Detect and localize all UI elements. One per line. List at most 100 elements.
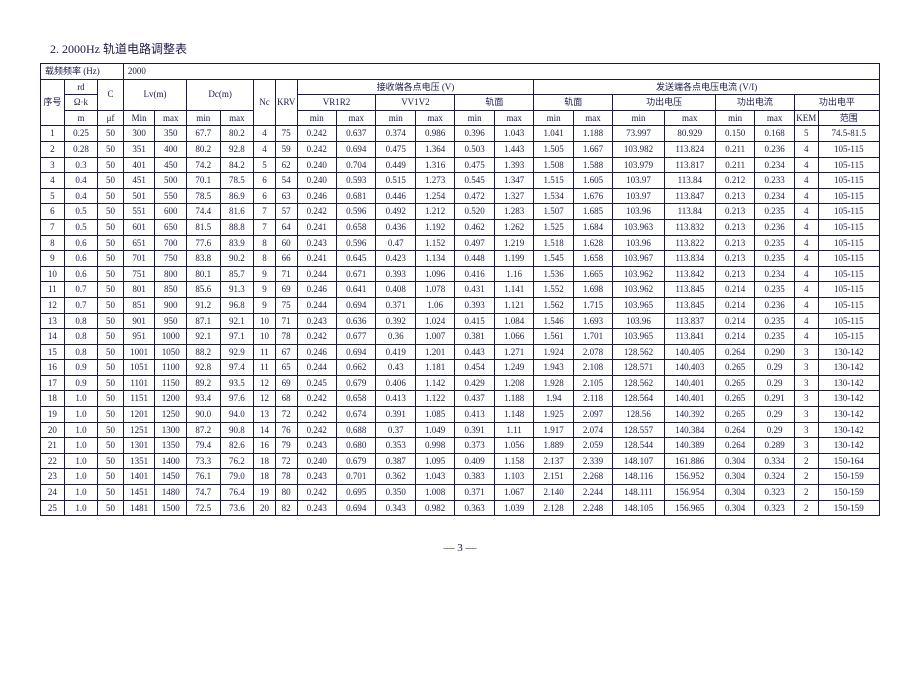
cell-ov_max: 140.401 — [664, 391, 715, 407]
cell-vv_max: 0.998 — [415, 438, 454, 454]
cell-lv_min: 651 — [123, 235, 155, 251]
cell-vr_max: 0.658 — [337, 391, 376, 407]
cell-seq: 9 — [41, 251, 65, 267]
cell-krv: 68 — [275, 391, 297, 407]
cell-dc_max: 78.5 — [220, 173, 254, 189]
cell-ov_min: 103.965 — [613, 297, 664, 313]
cell-lv_min: 300 — [123, 126, 155, 142]
cell-oc_max: 0.29 — [755, 407, 794, 423]
table-row: 251.0501481150072.573.620820.2430.6940.3… — [41, 500, 880, 516]
cell-oc_min: 0.150 — [715, 126, 754, 142]
cell-ov_max: 113.845 — [664, 297, 715, 313]
cell-lv_max: 1450 — [155, 469, 187, 485]
cell-rr_min: 0.363 — [455, 500, 494, 516]
cell-rs_min: 1.534 — [534, 188, 573, 204]
cell-lv_max: 650 — [155, 219, 187, 235]
cell-rs_max: 1.628 — [573, 235, 612, 251]
cell-nc: 13 — [254, 407, 276, 423]
cell-rr_min: 0.413 — [455, 407, 494, 423]
cell-vv_max: 1.273 — [415, 173, 454, 189]
cell-vr_min: 0.241 — [297, 251, 336, 267]
cell-krv: 82 — [275, 500, 297, 516]
adjustment-table: 载频频率 (Hz) 2000 序号 rd C Lv(m) Dc(m) Nc KR… — [40, 63, 880, 516]
cell-rs_max: 2.248 — [573, 500, 612, 516]
cell-nc: 12 — [254, 375, 276, 391]
cell-vr_min: 0.243 — [297, 313, 336, 329]
cell-dc_min: 92.1 — [187, 329, 221, 345]
cell-vv_min: 0.387 — [376, 453, 415, 469]
cell-vr_min: 0.240 — [297, 173, 336, 189]
cell-rr_min: 0.396 — [455, 126, 494, 142]
cell-oc_max: 0.235 — [755, 282, 794, 298]
cell-vv_min: 0.47 — [376, 235, 415, 251]
cell-lv_min: 1251 — [123, 422, 155, 438]
cell-krv: 62 — [275, 157, 297, 173]
cell-oc_max: 0.234 — [755, 266, 794, 282]
cell-ov_min: 103.979 — [613, 157, 664, 173]
cell-vr_max: 0.695 — [337, 485, 376, 501]
hdr-recv-group: 接收端各点电压 (V) — [297, 79, 534, 95]
cell-dc_min: 76.1 — [187, 469, 221, 485]
cell-ov_min: 128.562 — [613, 375, 664, 391]
cell-ov_min: 103.965 — [613, 329, 664, 345]
cell-lv_min: 601 — [123, 219, 155, 235]
cell-oc_max: 0.236 — [755, 141, 794, 157]
cell-nc: 4 — [254, 141, 276, 157]
cell-rr_min: 0.393 — [455, 297, 494, 313]
cell-lv_max: 1250 — [155, 407, 187, 423]
hdr-vv1v2: VV1V2 — [376, 95, 455, 111]
cell-lv_min: 1351 — [123, 453, 155, 469]
cell-vr_max: 0.596 — [337, 204, 376, 220]
cell-vv_max: 1.201 — [415, 344, 454, 360]
cell-lv_min: 851 — [123, 297, 155, 313]
cell-nc: 10 — [254, 329, 276, 345]
cell-seq: 19 — [41, 407, 65, 423]
cell-vr_min: 0.241 — [297, 219, 336, 235]
cell-lv_max: 1100 — [155, 360, 187, 376]
table-row: 150.8501001105088.292.911670.2460.6940.4… — [41, 344, 880, 360]
cell-ov_max: 156.952 — [664, 469, 715, 485]
cell-lv_max: 750 — [155, 251, 187, 267]
cell-vv_max: 1.008 — [415, 485, 454, 501]
cell-lv_max: 400 — [155, 141, 187, 157]
cell-rr_max: 1.066 — [494, 329, 533, 345]
cell-dc_max: 90.2 — [220, 251, 254, 267]
cell-ov_min: 103.96 — [613, 235, 664, 251]
cell-rs_min: 2.151 — [534, 469, 573, 485]
cell-vr_min: 0.240 — [297, 157, 336, 173]
cell-vv_min: 0.419 — [376, 344, 415, 360]
cell-oc_min: 0.214 — [715, 313, 754, 329]
cell-rs_max: 2.105 — [573, 375, 612, 391]
cell-rd: 0.8 — [64, 313, 98, 329]
cell-vv_min: 0.374 — [376, 126, 415, 142]
cell-vv_min: 0.371 — [376, 297, 415, 313]
cell-seq: 24 — [41, 485, 65, 501]
hdr-c-top: C — [98, 79, 124, 110]
cell-nc: 12 — [254, 391, 276, 407]
table-title: 2. 2000Hz 轨道电路调整表 — [40, 40, 880, 57]
hdr-oc-min: min — [715, 110, 754, 126]
cell-c: 50 — [98, 141, 124, 157]
cell-vr_max: 0.671 — [337, 266, 376, 282]
cell-oc_min: 0.304 — [715, 485, 754, 501]
cell-rs_max: 2.059 — [573, 438, 612, 454]
cell-rd: 0.7 — [64, 297, 98, 313]
cell-lv_max: 1050 — [155, 344, 187, 360]
cell-rr_max: 1.043 — [494, 126, 533, 142]
cell-seq: 22 — [41, 453, 65, 469]
cell-dc_min: 79.4 — [187, 438, 221, 454]
table-row: 70.55060165081.588.87640.2410.6580.4361.… — [41, 219, 880, 235]
cell-c: 50 — [98, 219, 124, 235]
cell-lv_min: 801 — [123, 282, 155, 298]
cell-vr_min: 0.242 — [297, 407, 336, 423]
cell-oc_min: 0.265 — [715, 407, 754, 423]
table-row: 241.0501451148074.776.419800.2420.6950.3… — [41, 485, 880, 501]
cell-c: 50 — [98, 485, 124, 501]
cell-ov_max: 113.847 — [664, 188, 715, 204]
cell-rs_max: 2.108 — [573, 360, 612, 376]
cell-lv_max: 850 — [155, 282, 187, 298]
table-row: 100.65075180080.185.79710.2440.6710.3931… — [41, 266, 880, 282]
cell-rr_min: 0.545 — [455, 173, 494, 189]
cell-rr_min: 0.415 — [455, 313, 494, 329]
cell-kem: 3 — [794, 360, 818, 376]
